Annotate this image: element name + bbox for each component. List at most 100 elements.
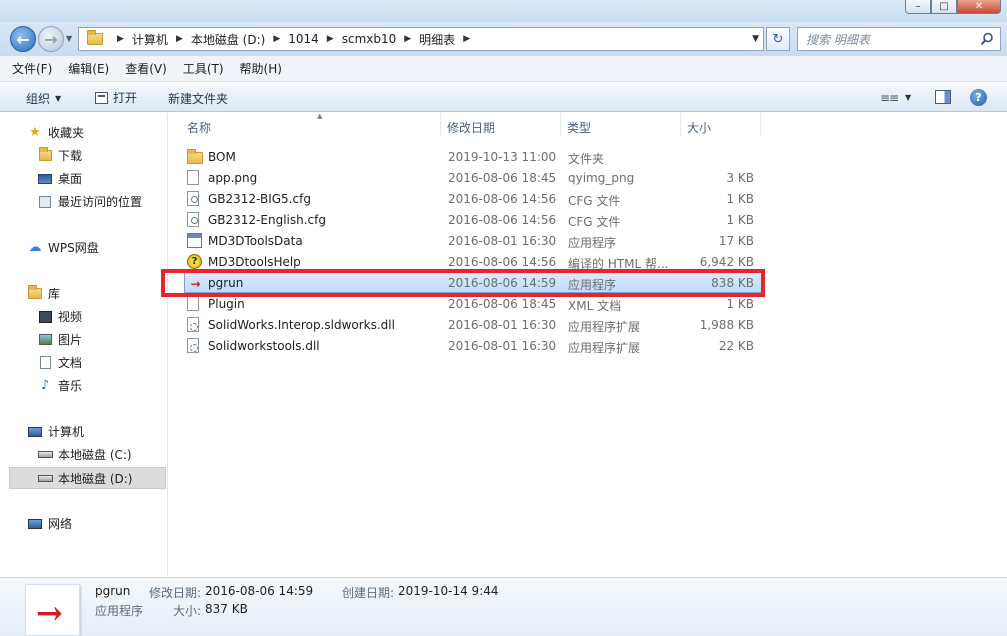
network-icon [27, 517, 43, 531]
nav-pictures-label: 图片 [58, 333, 83, 347]
open-label: 打开 [113, 91, 138, 105]
file-date: 2016-08-06 18:45 [448, 171, 557, 185]
file-row[interactable]: Solidworkstools.dll 2016-08-01 16:30 应用程… [184, 335, 764, 356]
view-options-dropdown[interactable]: ▼ [905, 93, 911, 102]
nav-documents[interactable]: 文档 [37, 354, 82, 371]
details-size-label: 大小: [173, 604, 202, 618]
refresh-button[interactable]: ↻ [766, 27, 790, 51]
forward-button[interactable]: → [38, 26, 64, 52]
breadcrumb-1014[interactable]: 1014 [288, 32, 319, 46]
address-bar[interactable]: ▶ 计算机 ▶ 本地磁盘 (D:) ▶ 1014 ▶ scmxb10 ▶ 明细表 ▶ ▼ [78, 27, 764, 51]
breadcrumb-current[interactable]: 明细表 [419, 31, 455, 48]
file-size: 3 KB [726, 171, 754, 185]
column-divider[interactable] [680, 113, 681, 137]
file-type: CFG 文件 [568, 194, 621, 208]
breadcrumb-computer[interactable]: 计算机 [132, 31, 168, 48]
organize-button[interactable]: 组织 ▼ [26, 90, 61, 107]
chevron-right-icon[interactable]: ▶ [404, 34, 411, 44]
file-row[interactable]: GB2312-BIG5.cfg 2016-08-06 14:56 CFG 文件 … [184, 188, 764, 209]
menu-view[interactable]: 查看(V) [125, 60, 167, 77]
nav-network-label: 网络 [48, 517, 73, 531]
nav-downloads[interactable]: 下载 [37, 147, 82, 164]
breadcrumb-drive-d[interactable]: 本地磁盘 (D:) [191, 31, 265, 48]
computer-icon [27, 425, 43, 439]
file-type: 应用程序扩展 [568, 320, 641, 334]
breadcrumb-scmxb10[interactable]: scmxb10 [342, 32, 397, 46]
refresh-icon: ↻ [772, 31, 784, 47]
back-button[interactable]: ← [10, 26, 36, 52]
nav-videos-label: 视频 [58, 310, 83, 324]
navigation-pane: ★ 收藏夹 下载 桌面 最近访问的位置 ☁ WPS网盘 库 视频 图片 文档 ♪… [0, 113, 168, 576]
recent-places-icon [37, 195, 53, 209]
column-name[interactable]: 名称 [187, 119, 211, 136]
nav-music[interactable]: ♪ 音乐 [37, 377, 82, 394]
chevron-down-icon: ▼ [55, 94, 62, 103]
nav-computer-label: 计算机 [48, 425, 85, 439]
downloads-folder-icon [37, 147, 53, 163]
search-icon[interactable] [980, 32, 994, 46]
help-file-icon: ? [187, 254, 202, 269]
file-date: 2016-08-06 14:56 [448, 255, 557, 269]
nav-drive-d[interactable]: 本地磁盘 (D:) [9, 467, 166, 489]
column-divider[interactable] [760, 113, 761, 137]
menu-tools[interactable]: 工具(T) [183, 60, 224, 77]
close-button[interactable]: ✕ [957, 0, 1001, 14]
nav-desktop-label: 桌面 [58, 172, 83, 186]
application-icon [187, 233, 202, 248]
document-icon [37, 356, 53, 370]
help-icon[interactable]: ? [970, 89, 987, 106]
nav-recent-places[interactable]: 最近访问的位置 [37, 193, 142, 210]
search-input[interactable]: 搜索 明细表 [797, 27, 1001, 51]
chevron-right-icon[interactable]: ▶ [273, 34, 280, 44]
nav-computer[interactable]: 计算机 [27, 423, 84, 440]
arrow-left-icon: ← [16, 29, 30, 49]
file-row[interactable]: GB2312-English.cfg 2016-08-06 14:56 CFG … [184, 209, 764, 230]
change-view-icon[interactable]: ≡≡ [880, 91, 899, 105]
details-modified-value: 2016-08-06 14:59 [205, 584, 314, 598]
library-icon [27, 285, 43, 301]
menu-help[interactable]: 帮助(H) [240, 60, 282, 77]
chevron-right-icon[interactable]: ▶ [176, 34, 183, 44]
menu-edit[interactable]: 编辑(E) [68, 60, 109, 77]
column-divider[interactable] [440, 113, 441, 137]
column-date[interactable]: 修改日期 [447, 119, 495, 136]
dll-file-icon [187, 338, 199, 353]
details-name: pgrun [95, 584, 131, 598]
file-row[interactable]: BOM 2019-10-13 11:00 文件夹 [184, 146, 764, 167]
nav-libraries[interactable]: 库 [27, 285, 60, 302]
nav-desktop[interactable]: 桌面 [37, 170, 82, 187]
file-row[interactable]: app.png 2016-08-06 18:45 qyimg_png 3 KB [184, 167, 764, 188]
column-type[interactable]: 类型 [567, 119, 591, 136]
open-button[interactable]: 打开 [95, 89, 137, 106]
file-row[interactable]: SolidWorks.Interop.sldworks.dll 2016-08-… [184, 314, 764, 335]
nav-videos[interactable]: 视频 [37, 308, 82, 325]
nav-drive-c[interactable]: 本地磁盘 (C:) [37, 446, 132, 463]
file-size: 22 KB [718, 339, 754, 353]
file-row[interactable]: MD3DToolsData 2016-08-01 16:30 应用程序 17 K… [184, 230, 764, 251]
chevron-right-icon[interactable]: ▶ [327, 34, 334, 44]
nav-favorites[interactable]: ★ 收藏夹 [27, 124, 84, 141]
preview-pane-icon[interactable] [935, 90, 951, 104]
new-folder-button[interactable]: 新建文件夹 [168, 90, 228, 107]
minimize-button[interactable]: – [905, 0, 931, 14]
pgrun-large-icon: → [25, 584, 80, 636]
nav-pictures[interactable]: 图片 [37, 331, 82, 348]
chevron-right-icon[interactable]: ▶ [463, 34, 470, 44]
file-size: 17 KB [718, 234, 754, 248]
recent-pages-dropdown[interactable]: ▼ [66, 34, 72, 43]
file-date: 2016-08-06 18:45 [448, 297, 557, 311]
nav-network[interactable]: 网络 [27, 515, 72, 532]
nav-wps-drive[interactable]: ☁ WPS网盘 [27, 239, 99, 256]
menu-file[interactable]: 文件(F) [12, 60, 52, 77]
nav-downloads-label: 下载 [58, 149, 83, 163]
column-divider[interactable] [560, 113, 561, 137]
system-drive-icon [37, 448, 53, 462]
file-name: BOM [208, 150, 236, 164]
details-created-value: 2019-10-14 9:44 [398, 584, 499, 598]
open-icon [95, 91, 108, 104]
address-dropdown[interactable]: ▼ [752, 34, 759, 44]
image-file-icon [187, 170, 199, 185]
maximize-button[interactable]: □ [931, 0, 957, 14]
details-size-value: 837 KB [205, 602, 248, 616]
column-size[interactable]: 大小 [687, 119, 711, 136]
